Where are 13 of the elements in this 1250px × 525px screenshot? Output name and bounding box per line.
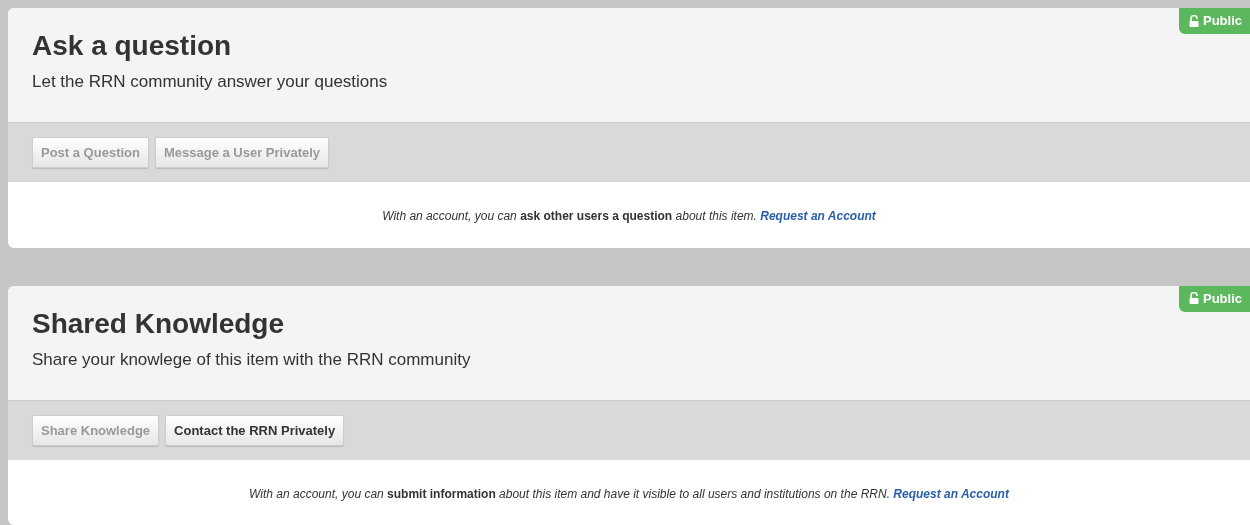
badge-label: Public	[1203, 13, 1242, 28]
action-button[interactable]: Contact the RRN Privately	[165, 414, 345, 446]
panel-subtitle: Share your knowlege of this item with the RRN community	[32, 349, 472, 370]
request-account-link[interactable]: Request an Account	[893, 486, 1009, 501]
badge-label: Public	[1203, 290, 1242, 306]
unlocked-padlock-icon	[1189, 292, 1199, 304]
request-account-link[interactable]: Request an Account	[760, 209, 876, 223]
account-notice: With an account, you can ask other users a question about this item. Request an Account	[382, 209, 876, 223]
account-notice: With an account, you can submit information about this item and have it visible to all users and institutions on the RRN. Request an Account	[249, 486, 1009, 501]
panel-title: Ask a question	[32, 30, 233, 62]
panel-subtitle: Let the RRN community answer your questions	[32, 72, 389, 92]
unlocked-padlock-icon	[1189, 14, 1199, 27]
panel-title: Shared Knowledge	[32, 307, 286, 340]
